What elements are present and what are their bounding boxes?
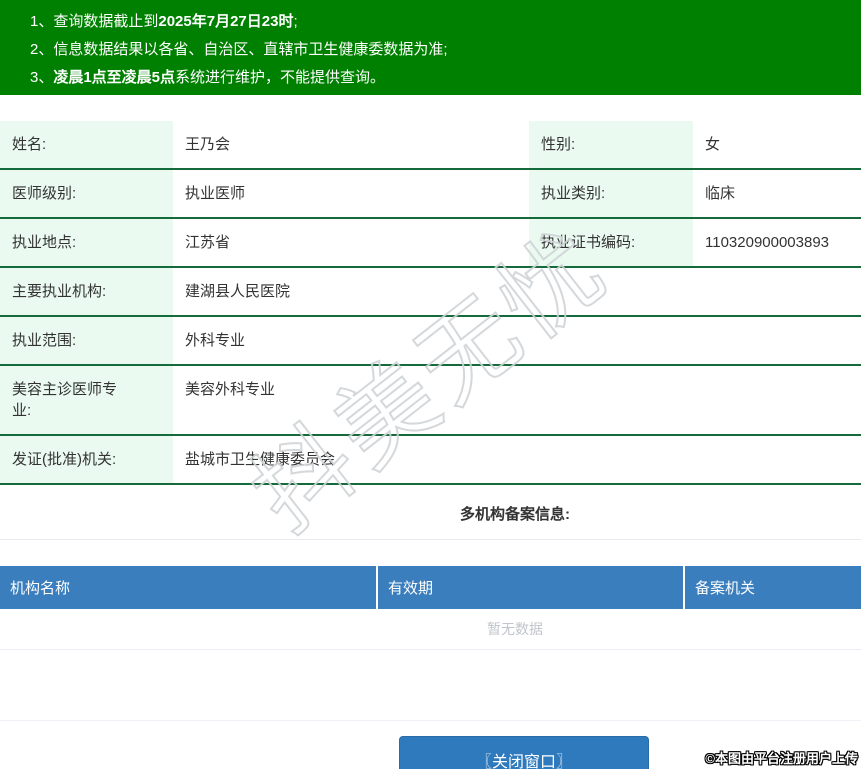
column-header-authority: 备案机关 [683,566,861,609]
field-value: 110320900003893 [693,218,861,268]
filing-table: 机构名称 有效期 备案机关 [0,566,861,609]
field-label: 性别: [529,121,693,170]
practitioner-info-table: 姓名: 王乃会 性别: 女 医师级别: 执业医师 执业类别: 临床 执业地点: … [0,121,861,485]
notice-number: 3、 [30,69,54,86]
field-value: 临床 [693,169,861,219]
notice-line-2: 2、信息数据结果以各省、自治区、直辖市卫生健康委数据为准; [30,41,448,58]
notice-number: 1、 [30,13,54,30]
field-label: 执业类别: [529,169,693,219]
table-row: 医师级别: 执业医师 执业类别: 临床 [0,169,861,219]
uploader-credit-watermark: ©本图由平台注册用户上传 [705,751,858,766]
filing-section-title: 多机构备案信息: [460,506,570,523]
field-value: 女 [693,121,861,170]
column-header-institution: 机构名称 [0,566,377,609]
empty-data-message: 暂无数据 [0,609,861,650]
field-label: 执业范围: [0,316,173,366]
notice-banner: 1、查询数据截止到2025年7月27日23时; 2、信息数据结果以各省、自治区、… [0,0,861,95]
footer-divider [0,720,861,721]
field-label: 主要执业机构: [0,267,173,317]
field-label: 执业证书编码: [529,218,693,268]
query-result-page: 1、查询数据截止到2025年7月27日23时; 2、信息数据结果以各省、自治区、… [0,0,861,769]
field-value: 美容外科专业 [173,365,861,436]
notice-line-3: 3、凌晨1点至凌晨5点系统进行维护，不能提供查询。 [30,69,386,86]
filing-table-header-row: 机构名称 有效期 备案机关 [0,566,861,609]
notice-number: 2、 [30,41,54,58]
table-row: 美容主诊医师专业: 美容外科专业 [0,365,861,436]
field-label: 执业地点: [0,218,173,268]
field-value: 执业医师 [173,169,529,219]
field-label: 美容主诊医师专业: [0,365,173,436]
close-window-button[interactable]: 〖关闭窗口〗 [399,736,649,769]
table-row: 姓名: 王乃会 性别: 女 [0,121,861,170]
field-label: 医师级别: [0,169,173,219]
column-header-validity: 有效期 [376,566,684,609]
field-value: 江苏省 [173,218,529,268]
field-label: 发证(批准)机关: [0,435,173,485]
field-label: 姓名: [0,121,173,170]
field-value: 外科专业 [173,316,861,366]
table-row: 发证(批准)机关: 盐城市卫生健康委员会 [0,435,861,485]
field-value: 建湖县人民医院 [173,267,861,317]
field-value: 王乃会 [173,121,529,170]
table-row: 主要执业机构: 建湖县人民医院 [0,267,861,317]
notice-line-1: 1、查询数据截止到2025年7月27日23时; [30,13,298,30]
field-value: 盐城市卫生健康委员会 [173,435,861,485]
table-row: 执业范围: 外科专业 [0,316,861,366]
section-divider [0,539,861,540]
table-row: 执业地点: 江苏省 执业证书编码: 110320900003893 [0,218,861,268]
